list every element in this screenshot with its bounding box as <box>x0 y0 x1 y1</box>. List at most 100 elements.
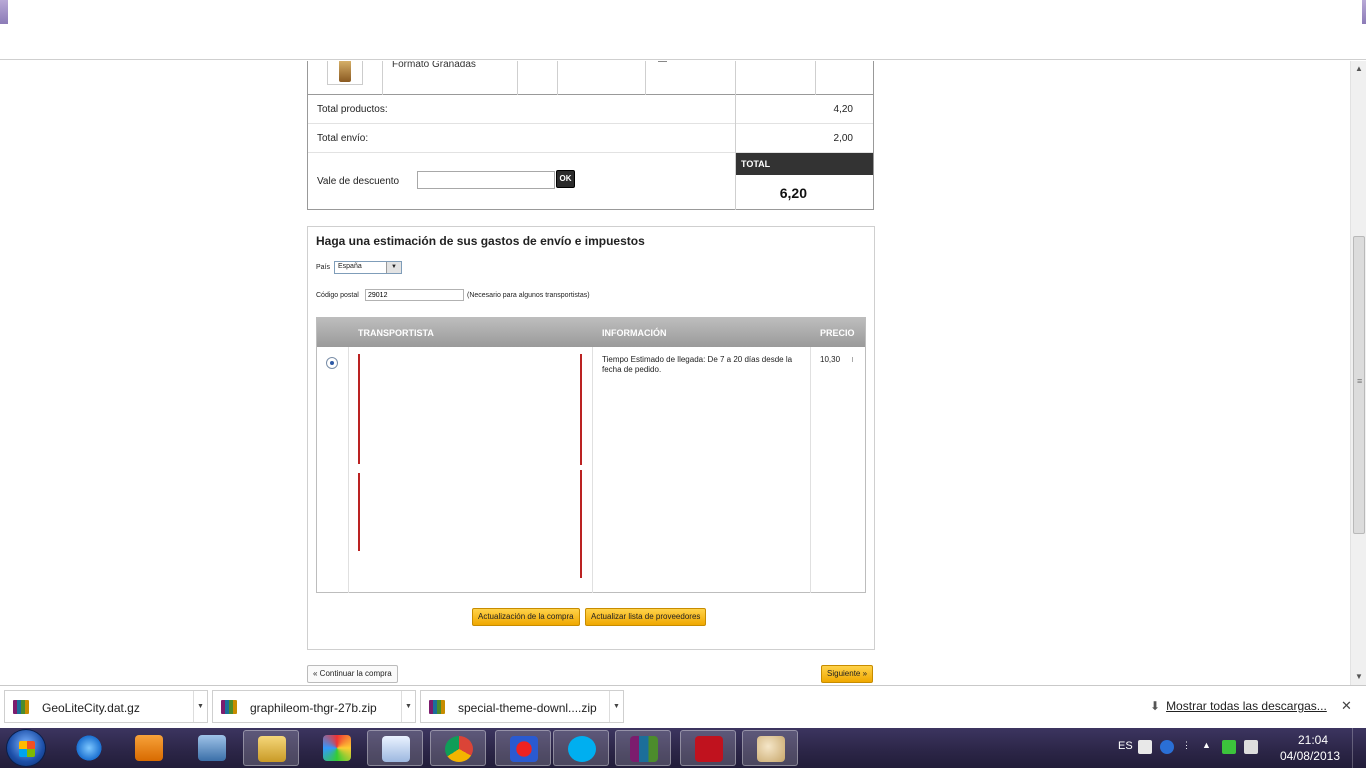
page-viewport: Formato Granadas Total productos: 4,20 T… <box>0 61 1350 685</box>
clock-date[interactable]: 04/08/2013 <box>1280 749 1340 763</box>
winrar-icon[interactable] <box>615 730 671 766</box>
product-thumbnail[interactable] <box>327 61 363 85</box>
window-corner <box>0 0 8 24</box>
col-divider <box>592 347 593 593</box>
download-name: GeoLiteCity.dat.gz <box>42 701 140 715</box>
pdf-tray-icon[interactable] <box>1138 740 1152 754</box>
chevron-down-icon[interactable]: ▼ <box>609 691 623 722</box>
taskbar: ES ⋮ ▲ 21:04 04/08/2013 <box>0 728 1366 768</box>
chrome-icon[interactable] <box>430 730 486 766</box>
country-label: País <box>316 264 331 271</box>
discount-input[interactable] <box>417 171 555 189</box>
internet-explorer-icon[interactable] <box>61 730 117 766</box>
carrier-logo-border <box>580 354 582 465</box>
col-divider <box>645 61 646 95</box>
carrier-logo-border <box>358 354 360 464</box>
clock-time[interactable]: 21:04 <box>1298 733 1328 747</box>
col-divider <box>348 347 349 593</box>
start-button[interactable] <box>6 729 46 767</box>
col-info: INFORMACIÓN <box>602 328 667 338</box>
carrier-info: Tiempo Estimado de llegada: De 7 a 20 dí… <box>602 355 793 374</box>
total-shipping-value: 2,00 <box>833 133 853 144</box>
close-icon[interactable]: ✕ <box>1341 698 1352 714</box>
carrier-price: 10,30 <box>820 355 841 364</box>
show-all-downloads-label: Mostrar todas las descargas... <box>1166 699 1327 713</box>
help-icon[interactable] <box>1160 740 1174 754</box>
file-explorer-icon[interactable] <box>243 730 299 766</box>
download-name: special-theme-downl....zip <box>458 701 597 715</box>
power-icon[interactable] <box>1244 740 1258 754</box>
discount-label: Vale de descuento <box>317 176 400 187</box>
show-all-downloads-link[interactable]: ⬇ Mostrar todas las descargas... <box>1150 699 1327 713</box>
grip-icon: ≡ <box>1357 376 1363 386</box>
archive-icon <box>221 700 237 714</box>
col-price: PRECIO <box>820 328 855 338</box>
continue-shopping-button[interactable]: « Continuar la compra <box>307 665 398 683</box>
download-item[interactable]: special-theme-downl....zip ▼ <box>420 690 624 723</box>
update-purchase-button[interactable]: Actualización de la compra <box>472 608 580 626</box>
zip-note: (Necesario para algunos transportistas) <box>467 292 590 299</box>
update-providers-button[interactable]: Actualizar lista de proveedores <box>585 608 707 626</box>
carriers-table: TRANSPORTISTA INFORMACIÓN PRECIO Tiempo … <box>316 317 866 593</box>
scroll-down-icon[interactable]: ▼ <box>1351 669 1366 685</box>
media-app-icon[interactable] <box>309 730 365 766</box>
country-value: España <box>338 263 362 270</box>
product-name[interactable]: Formato Granadas <box>392 61 476 70</box>
download-arrow-icon: ⬇ <box>1150 699 1161 713</box>
download-item[interactable]: graphileom-thgr-27b.zip ▼ <box>212 690 416 723</box>
skype-icon[interactable] <box>553 730 609 766</box>
total-shipping-row: Total envío: 2,00 <box>308 124 873 153</box>
total-header: TOTAL <box>736 153 873 175</box>
total-shipping-label: Total envío: <box>317 133 369 144</box>
carrier-radio[interactable] <box>326 357 338 369</box>
col-divider <box>810 347 811 593</box>
zip-label: Código postal <box>316 292 359 299</box>
country-select[interactable]: España ▼ <box>334 261 402 274</box>
image-icon <box>658 61 667 62</box>
archive-icon <box>13 700 29 714</box>
col-divider <box>517 61 518 95</box>
download-item[interactable]: GeoLiteCity.dat.gz ▼ <box>4 690 208 723</box>
image-viewer-icon[interactable] <box>184 730 240 766</box>
price-marker <box>852 357 853 362</box>
media-player-icon[interactable] <box>121 730 177 766</box>
system-tray: ES ⋮ ▲ 21:04 04/08/2013 <box>1106 728 1366 768</box>
scroll-up-icon[interactable]: ▲ <box>1351 61 1366 77</box>
download-name: graphileom-thgr-27b.zip <box>250 701 377 715</box>
vertical-scrollbar[interactable]: ▲ ≡ ▼ <box>1350 61 1366 685</box>
col-divider <box>735 61 736 95</box>
total-products-label: Total productos: <box>317 104 388 115</box>
bottle-icon <box>339 61 351 82</box>
estimate-title: Haga una estimación de sus gastos de env… <box>316 234 645 248</box>
total-products-row: Total productos: 4,20 <box>308 95 873 124</box>
zip-input[interactable] <box>365 289 464 301</box>
browser-top-area <box>0 0 1366 60</box>
paint-app-icon[interactable] <box>495 730 551 766</box>
carriers-table-header: TRANSPORTISTA INFORMACIÓN PRECIO <box>317 318 865 347</box>
filezilla-icon[interactable] <box>680 730 736 766</box>
discount-ok-button[interactable]: OK <box>556 170 575 188</box>
col-carrier: TRANSPORTISTA <box>358 328 434 338</box>
archive-icon <box>429 700 445 714</box>
total-products-value: 4,20 <box>833 104 853 115</box>
discount-section: Vale de descuento OK <box>308 153 735 210</box>
spreadsheet-icon[interactable] <box>367 730 423 766</box>
shipping-estimate-box: Haga una estimación de sus gastos de env… <box>307 226 875 650</box>
total-value: 6,20 <box>779 185 807 201</box>
language-indicator[interactable]: ES <box>1118 740 1133 752</box>
next-button[interactable]: Siguiente » <box>821 665 874 683</box>
green-tray-icon[interactable] <box>1222 740 1236 754</box>
chevron-down-icon[interactable]: ▼ <box>401 691 415 722</box>
cart-summary-table: Formato Granadas Total productos: 4,20 T… <box>307 61 874 210</box>
carrier-logo-border <box>580 470 582 578</box>
chevron-down-icon[interactable]: ▼ <box>386 262 401 273</box>
paint-icon[interactable] <box>742 730 798 766</box>
col-divider <box>815 61 816 95</box>
show-desktop-button[interactable] <box>1352 728 1366 768</box>
scroll-thumb[interactable]: ≡ <box>1353 236 1365 534</box>
chevron-down-icon[interactable]: ▼ <box>193 691 207 722</box>
chevron-up-icon[interactable]: ▲ <box>1202 740 1216 754</box>
product-row: Formato Granadas <box>308 61 873 95</box>
downloads-bar: GeoLiteCity.dat.gz ▼ graphileom-thgr-27b… <box>0 685 1366 728</box>
network-icon[interactable]: ⋮ <box>1182 740 1196 754</box>
